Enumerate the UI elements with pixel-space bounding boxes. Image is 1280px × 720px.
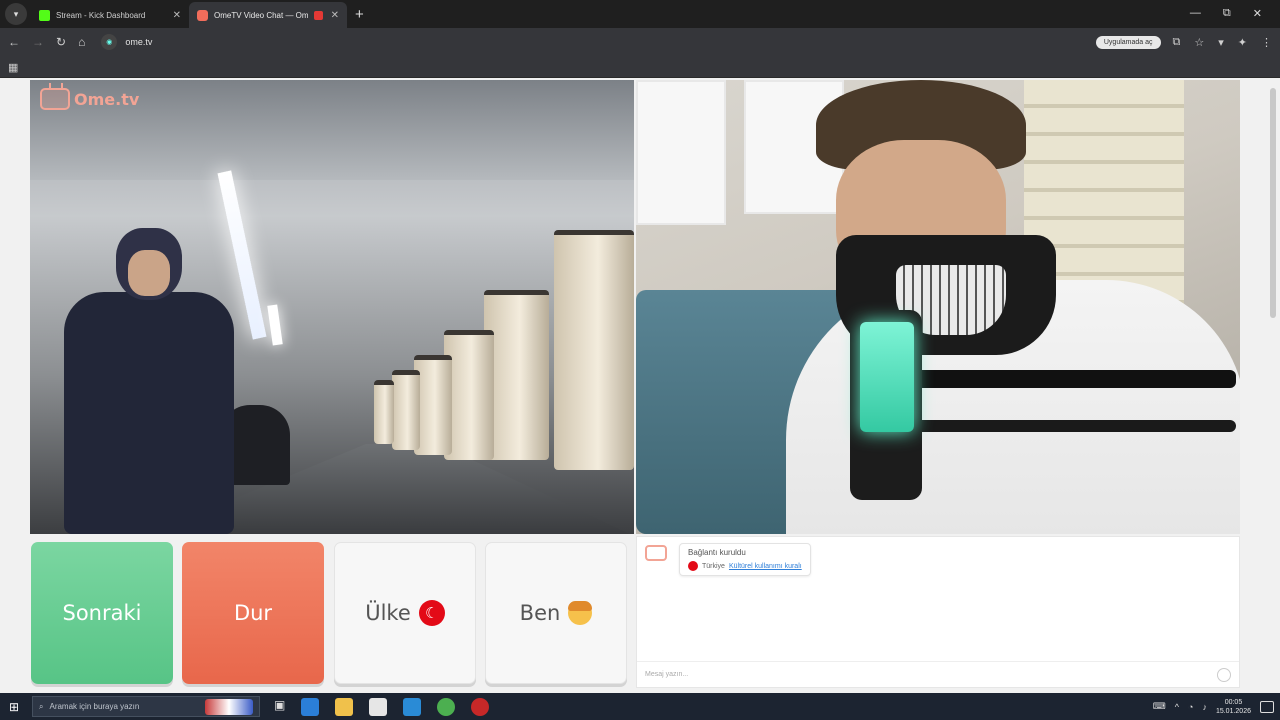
me-button[interactable]: Ben xyxy=(485,542,627,684)
chat-input-placeholder: Mesaj yazın... xyxy=(645,671,689,678)
country-button[interactable]: Ülke ☾ xyxy=(334,542,476,684)
edge-icon[interactable] xyxy=(301,697,320,716)
windows-taskbar: ⊞ ⌕ Aramak için buraya yazın ▣ ⌨ ^ ◔ ♪ 0… xyxy=(0,693,1280,720)
taskbar-search[interactable]: ⌕ Aramak için buraya yazın xyxy=(32,696,260,717)
ometv-page: Ome.tv Sonraki Dur Ülke ☾ Ben Bağlantı k… xyxy=(0,78,1280,693)
task-view-icon[interactable]: ▣ xyxy=(274,698,285,716)
chrome-icon[interactable] xyxy=(437,697,456,716)
tab-kick-dashboard[interactable]: Stream - Kick Dashboard ✕ xyxy=(31,2,189,28)
wall-shelf xyxy=(636,80,726,225)
forward-icon[interactable]: → xyxy=(32,35,44,49)
new-tab-button[interactable]: + xyxy=(355,6,364,23)
turkey-flag-icon: ☾ xyxy=(418,600,445,626)
show-hidden-icons[interactable]: ^ xyxy=(1175,702,1179,712)
store-icon[interactable] xyxy=(369,697,388,716)
ometv-favicon-icon xyxy=(197,9,208,21)
chat-panel: Bağlantı kuruldu Türkiye Kültürel kullan… xyxy=(636,536,1240,688)
apps-grid-icon[interactable]: ▦ xyxy=(8,61,18,74)
tab-close-icon[interactable]: ✕ xyxy=(173,10,181,21)
address-bar[interactable]: ◉ ome.tv Uygulamada aç xyxy=(101,31,1161,53)
translate-icon[interactable]: ⧉ xyxy=(1173,36,1181,49)
keyboard-icon[interactable]: ⌨ xyxy=(1153,701,1166,712)
minimize-icon[interactable]: — xyxy=(1190,7,1201,20)
page-scrollbar[interactable] xyxy=(1270,88,1276,318)
me-button-label: Ben xyxy=(519,601,561,625)
rules-link[interactable]: Kültürel kullanımı kuralı xyxy=(729,563,802,570)
windows-start-icon[interactable]: ⊞ xyxy=(0,700,28,714)
ceiling-light xyxy=(267,304,283,346)
self-video xyxy=(636,80,1240,534)
country-button-label: Ülke xyxy=(365,601,411,625)
stranger-video: Ome.tv xyxy=(30,80,634,534)
mic-arm xyxy=(916,370,1236,388)
stop-button-label: Dur xyxy=(233,601,273,625)
system-tray: ⌨ ^ ◔ ♪ 00:05 15.01.2026 xyxy=(1153,698,1280,716)
site-info-icon[interactable]: ◉ xyxy=(101,34,118,50)
mail-icon[interactable] xyxy=(403,697,422,716)
connection-status: Bağlantı kuruldu xyxy=(688,548,746,557)
stranger-person xyxy=(64,228,234,534)
home-icon[interactable]: ⌂ xyxy=(78,35,85,49)
search-icon: ⌕ xyxy=(39,701,44,711)
obs-icon[interactable] xyxy=(471,697,490,716)
turkey-flag-icon xyxy=(688,561,698,571)
tab-strip: ▾ Stream - Kick Dashboard ✕ OmeTV Video … xyxy=(0,0,1280,28)
country-name: Türkiye xyxy=(702,562,725,570)
bookmarks-bar: ▦ xyxy=(0,56,1280,78)
system-message: Bağlantı kuruldu Türkiye Kültürel kullan… xyxy=(679,543,811,576)
tab-search-button[interactable]: ▾ xyxy=(5,3,27,25)
next-button[interactable]: Sonraki xyxy=(31,542,173,684)
open-in-app-button[interactable]: Uygulamada aç xyxy=(1095,35,1161,49)
kick-favicon-icon xyxy=(39,9,50,21)
window-controls: — ⧉ ✕ xyxy=(1190,7,1280,28)
tv-logo-icon xyxy=(40,88,70,110)
url-text: ome.tv xyxy=(125,37,153,47)
logo-text: Ome.tv xyxy=(74,89,140,109)
clock[interactable]: 00:05 15.01.2026 xyxy=(1216,698,1251,716)
back-icon[interactable]: ← xyxy=(8,35,20,49)
search-placeholder: Aramak için buraya yazın xyxy=(49,702,140,711)
chat-input[interactable]: Mesaj yazın... xyxy=(637,661,1239,687)
next-button-label: Sonraki xyxy=(62,601,142,625)
ometv-logo: Ome.tv xyxy=(40,88,139,110)
embroidery-machines xyxy=(334,80,634,534)
tab-title: OmeTV Video Chat — Ome xyxy=(214,10,308,20)
bookmark-star-icon[interactable]: ☆ xyxy=(1194,36,1204,49)
profile-icon[interactable]: ✦ xyxy=(1238,36,1247,49)
extension-icon[interactable]: ▾ xyxy=(1218,36,1224,49)
ometv-chat-logo-icon xyxy=(645,545,667,561)
browser-toolbar: ← → ↻ ⌂ ◉ ome.tv Uygulamada aç ⧉ ☆ ▾ ✦ ⋮ xyxy=(0,28,1280,56)
tab-close-icon[interactable]: ✕ xyxy=(331,10,339,21)
close-window-icon[interactable]: ✕ xyxy=(1253,7,1262,20)
microphone-light xyxy=(860,322,914,432)
reload-icon[interactable]: ↻ xyxy=(56,35,66,49)
tab-title: Stream - Kick Dashboard xyxy=(56,10,146,20)
toolbar-right: ⧉ ☆ ▾ ✦ ⋮ xyxy=(1173,36,1272,49)
restore-icon[interactable]: ⧉ xyxy=(1223,7,1231,20)
search-highlight-image xyxy=(205,698,253,715)
file-explorer-icon[interactable] xyxy=(335,697,354,716)
mic-arm xyxy=(916,420,1236,432)
volume-icon[interactable]: ♪ xyxy=(1202,702,1207,712)
clock-date: 15.01.2026 xyxy=(1215,707,1251,715)
stop-button[interactable]: Dur xyxy=(182,542,324,684)
clock-time: 00:05 xyxy=(1224,698,1243,706)
tab-ometv[interactable]: OmeTV Video Chat — Ome ✕ xyxy=(189,2,347,28)
emoji-picker-icon[interactable] xyxy=(1217,667,1231,682)
notification-icon[interactable] xyxy=(1260,700,1274,713)
pinned-apps: ▣ xyxy=(274,697,490,716)
recording-icon xyxy=(313,10,323,20)
menu-icon[interactable]: ⋮ xyxy=(1261,36,1272,49)
network-icon[interactable]: ◔ xyxy=(1188,702,1193,712)
avatar-emoji-icon xyxy=(568,601,593,625)
